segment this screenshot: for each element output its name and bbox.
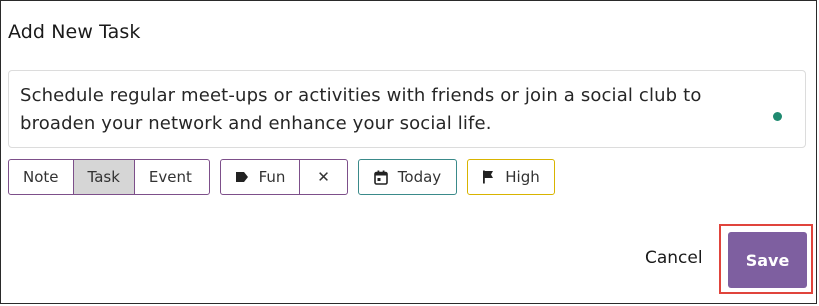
- cancel-button[interactable]: Cancel: [645, 248, 703, 268]
- tag-selector: Fun ✕: [220, 159, 348, 195]
- tag-clear-button[interactable]: ✕: [299, 160, 347, 194]
- tag-icon: [235, 171, 249, 183]
- save-button[interactable]: Save: [728, 232, 807, 288]
- task-type-selector: Note Task Event: [8, 159, 210, 195]
- flag-icon: [482, 170, 495, 184]
- type-option-note[interactable]: Note: [9, 160, 73, 194]
- priority-label: High: [505, 168, 540, 186]
- due-date-label: Today: [397, 168, 442, 186]
- type-option-task[interactable]: Task: [72, 160, 134, 194]
- task-description-input[interactable]: Schedule regular meet-ups or activities …: [8, 70, 806, 148]
- add-task-dialog: Add New Task Schedule regular meet-ups o…: [0, 0, 817, 304]
- calendar-icon: [373, 170, 388, 185]
- priority-button[interactable]: High: [467, 159, 555, 195]
- close-icon: ✕: [317, 168, 330, 186]
- tag-button[interactable]: Fun: [221, 160, 299, 194]
- tag-label: Fun: [258, 168, 286, 186]
- due-date-button[interactable]: Today: [358, 159, 457, 195]
- dialog-title: Add New Task: [8, 21, 141, 43]
- task-description-text: Schedule regular meet-ups or activities …: [20, 85, 702, 134]
- type-option-event[interactable]: Event: [133, 160, 206, 194]
- status-dot: [773, 112, 782, 121]
